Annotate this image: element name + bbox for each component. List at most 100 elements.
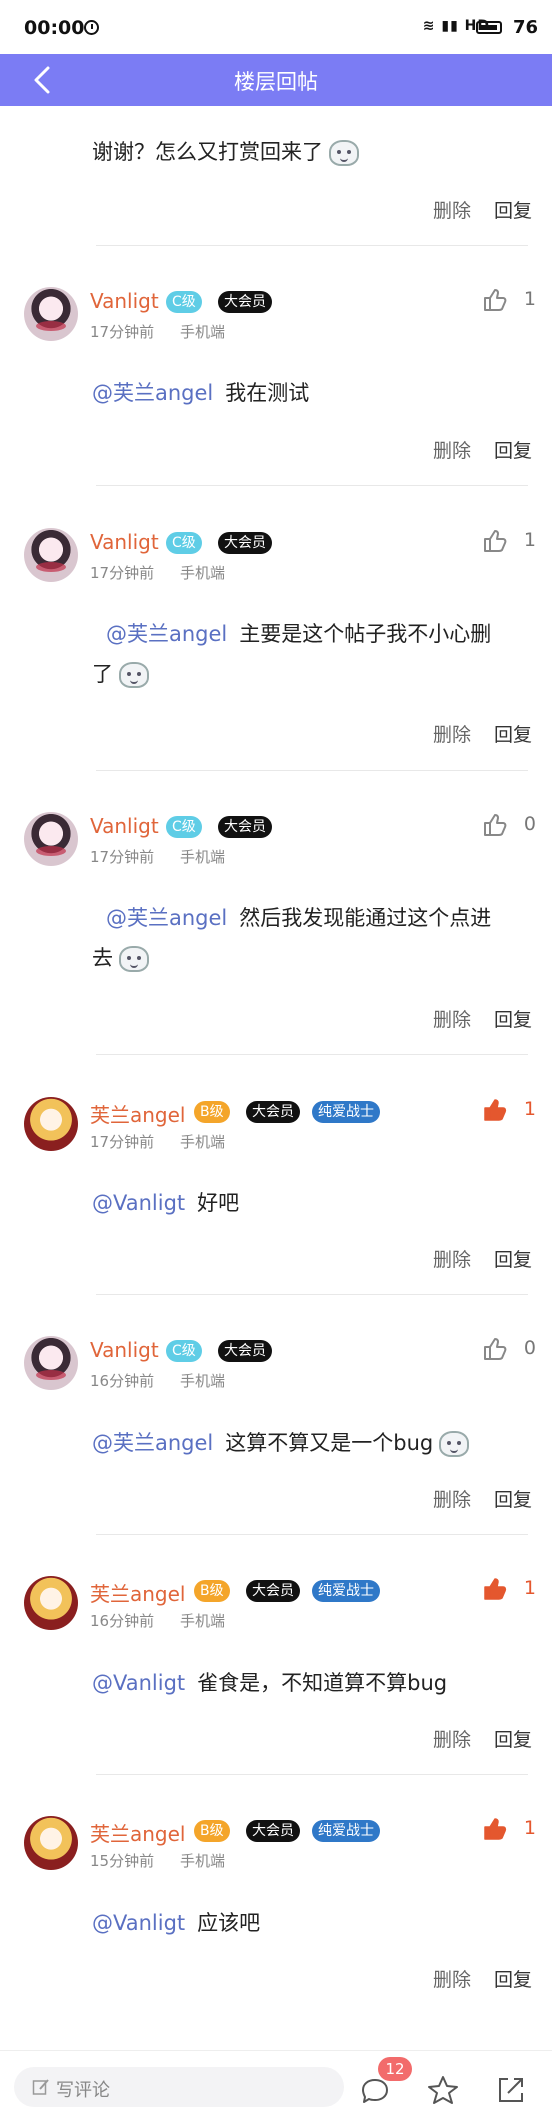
comment-time: 17分钟前	[90, 564, 155, 582]
level-badge: C级	[166, 816, 202, 838]
mention[interactable]: @芙兰angel	[92, 1431, 213, 1455]
mention[interactable]: @芙兰angel	[106, 906, 227, 930]
thumbs-up-icon	[484, 1818, 507, 1840]
vip-badge: 大会员	[246, 1820, 300, 1842]
like-count: 1	[523, 1098, 536, 1120]
battery-level: 76	[512, 17, 538, 38]
like-button[interactable]: 0	[476, 1336, 536, 1366]
comment-time: 17分钟前	[90, 323, 155, 341]
divider	[96, 1534, 528, 1535]
reply-text: 谢谢？怎么又打赏回来了	[92, 136, 359, 166]
mention[interactable]: @芙兰angel	[106, 622, 227, 646]
comment-text: @芙兰angel 我在测试	[92, 381, 310, 405]
level-badge: B级	[194, 1101, 230, 1123]
comment-device: 手机端	[180, 564, 226, 582]
delete-button[interactable]: 删除	[433, 1485, 471, 1512]
username[interactable]: Vanligt	[90, 289, 159, 313]
reply-button[interactable]: 回复	[494, 720, 532, 747]
like-button[interactable]: 1	[476, 1097, 536, 1127]
like-button[interactable]: 0	[476, 812, 536, 842]
thumbs-up-icon	[484, 814, 507, 836]
title-badge: 纯爱战士	[312, 1820, 380, 1842]
comment-actions: 删除 回复	[0, 1005, 552, 1035]
comment-placeholder: 写评论	[56, 2080, 110, 2101]
level-badge: C级	[166, 1340, 202, 1362]
avatar[interactable]	[24, 1097, 78, 1151]
vip-badge: 大会员	[246, 1580, 300, 1602]
avatar[interactable]	[24, 812, 78, 866]
comment-device: 手机端	[180, 1133, 226, 1151]
delete-button[interactable]: 删除	[433, 1965, 471, 1992]
thumbs-up-icon	[484, 530, 507, 552]
comment-text: @芙兰angel 主要是这个帖子我不小心删了	[92, 622, 492, 688]
sticker-icon	[329, 140, 359, 166]
comment-actions: 删除 回复	[0, 1485, 552, 1515]
pencil-icon	[32, 2079, 49, 2095]
username[interactable]: 芙兰angel	[90, 1099, 186, 1128]
username[interactable]: 芙兰angel	[90, 1578, 186, 1607]
avatar[interactable]	[24, 1336, 78, 1390]
username[interactable]: Vanligt	[90, 1338, 159, 1362]
reply-actions: 删除 回复	[0, 196, 552, 226]
delete-button[interactable]: 删除	[433, 1245, 471, 1272]
avatar[interactable]	[24, 287, 78, 341]
star-icon[interactable]	[426, 2073, 460, 2107]
like-button[interactable]: 1	[476, 1816, 536, 1846]
comment-text: @芙兰angel 这算不算又是一个bug	[92, 1423, 532, 1463]
divider	[96, 770, 528, 771]
delete-button[interactable]: 删除	[433, 1005, 471, 1032]
sticker-icon	[119, 662, 149, 688]
title-badge: 纯爱战士	[312, 1580, 380, 1602]
username[interactable]: Vanligt	[90, 814, 159, 838]
reply-button[interactable]: 回复	[494, 1245, 532, 1272]
alarm-icon	[84, 20, 99, 35]
avatar[interactable]	[24, 1816, 78, 1870]
comment-time: 15分钟前	[90, 1852, 155, 1870]
like-button[interactable]: 1	[476, 528, 536, 558]
delete-button[interactable]: 删除	[433, 196, 471, 223]
like-count: 1	[523, 1817, 536, 1839]
comment-device: 手机端	[180, 1612, 226, 1630]
level-badge: B级	[194, 1820, 230, 1842]
like-button[interactable]: 1	[476, 287, 536, 317]
comment-count-badge: 12	[378, 2057, 412, 2081]
comment-text: @Vanligt 应该吧	[92, 1911, 261, 1935]
thumbs-up-icon	[484, 1099, 507, 1121]
mention[interactable]: @Vanligt	[92, 1191, 185, 1215]
comment-time: 16分钟前	[90, 1372, 155, 1390]
level-badge: B级	[194, 1580, 230, 1602]
reply-button[interactable]: 回复	[494, 1005, 532, 1032]
vip-badge: 大会员	[218, 1340, 272, 1362]
username[interactable]: Vanligt	[90, 530, 159, 554]
mention[interactable]: @Vanligt	[92, 1671, 185, 1695]
comment-time: 17分钟前	[90, 848, 155, 866]
like-count: 1	[523, 288, 536, 310]
share-icon[interactable]	[494, 2073, 528, 2107]
divider	[96, 245, 528, 246]
level-badge: C级	[166, 532, 202, 554]
mention[interactable]: @Vanligt	[92, 1911, 185, 1935]
battery-icon	[476, 21, 502, 34]
reply-button[interactable]: 回复	[494, 1965, 532, 1992]
delete-button[interactable]: 删除	[433, 436, 471, 463]
avatar[interactable]	[24, 1576, 78, 1630]
like-button[interactable]: 1	[476, 1576, 536, 1606]
username[interactable]: 芙兰angel	[90, 1818, 186, 1847]
comment-time: 16分钟前	[90, 1612, 155, 1630]
sticker-icon	[439, 1431, 470, 1457]
delete-button[interactable]: 删除	[433, 720, 471, 747]
like-count: 1	[523, 1577, 536, 1599]
avatar[interactable]	[24, 528, 78, 582]
page-title: 楼层回帖	[234, 70, 318, 94]
reply-button[interactable]: 回复	[494, 1725, 532, 1752]
wifi-icon: ≋	[422, 18, 436, 34]
reply-button[interactable]: 回复	[494, 196, 532, 223]
reply-button[interactable]: 回复	[494, 436, 532, 463]
comment-input[interactable]: 写评论	[14, 2067, 344, 2107]
mention[interactable]: @芙兰angel	[92, 381, 213, 405]
comment-actions: 删除 回复	[0, 1965, 552, 1995]
like-count: 0	[523, 1337, 536, 1359]
delete-button[interactable]: 删除	[433, 1725, 471, 1752]
level-badge: C级	[166, 291, 202, 313]
reply-button[interactable]: 回复	[494, 1485, 532, 1512]
